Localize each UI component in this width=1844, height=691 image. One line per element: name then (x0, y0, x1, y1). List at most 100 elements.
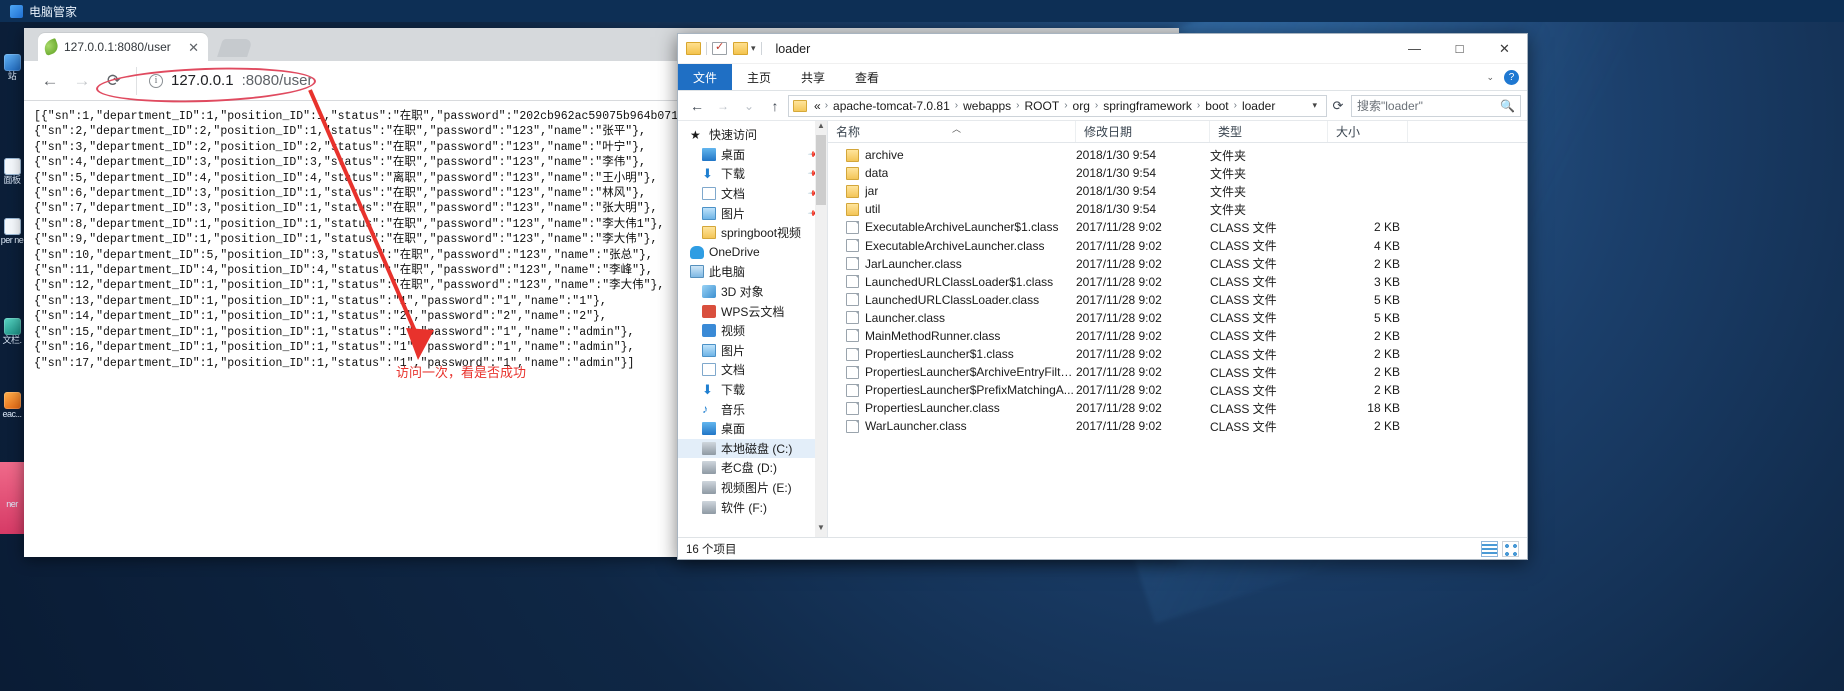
ribbon-right-controls: ⌄ ? (1486, 64, 1527, 90)
file-explorer-window: ▾ loader — □ ✕ 文件 主页 共享 查看 ⌄ ? ← → ⌄ ↑ «… (677, 33, 1528, 560)
desktop-icon-1[interactable]: 面板 (0, 158, 24, 185)
file-name: JarLauncher.class (865, 256, 962, 271)
nav-item-17[interactable]: 老C盘 (D:) (678, 458, 827, 478)
scroll-up-icon[interactable]: ▲ (815, 121, 827, 135)
nav-item-13[interactable]: ⬇ 下载 (678, 380, 827, 400)
search-input[interactable]: 搜索"loader" 🔍 (1351, 94, 1521, 117)
icons-view-button[interactable] (1502, 540, 1519, 557)
chevron-down-icon[interactable]: ⌄ (1486, 72, 1494, 83)
desktop-icon-4[interactable]: eac... (0, 392, 24, 419)
nav-item-8[interactable]: 3D 对象 (678, 282, 827, 302)
new-folder-icon[interactable] (733, 42, 748, 55)
navigation-scrollbar[interactable]: ▲ ▼ (815, 121, 827, 537)
nav-item-3[interactable]: 文档📌 (678, 184, 827, 204)
ribbon-tab-view[interactable]: 查看 (840, 64, 894, 90)
ribbon-tab-share[interactable]: 共享 (786, 64, 840, 90)
nav-item-6[interactable]: OneDrive (678, 243, 827, 263)
file-row[interactable]: PropertiesLauncher$1.class 2017/11/28 9:0… (828, 345, 1527, 363)
nav-item-18[interactable]: 视频图片 (E:) (678, 478, 827, 498)
drive-icon (702, 441, 716, 455)
nav-item-7[interactable]: 此电脑 (678, 262, 827, 282)
breadcrumb-segment-4[interactable]: springframework (1100, 99, 1195, 113)
scroll-down-icon[interactable]: ▼ (815, 523, 827, 537)
explorer-recent-locations-button[interactable]: ⌄ (736, 94, 762, 118)
nav-item-14[interactable]: ♪ 音乐 (678, 399, 827, 419)
desktop-icon-2[interactable]: per ne (0, 218, 24, 245)
breadcrumb-overflow[interactable]: « (812, 99, 823, 113)
breadcrumb-segment-5[interactable]: boot (1202, 99, 1231, 113)
nav-item-1[interactable]: 桌面📌 (678, 145, 827, 165)
nav-item-2[interactable]: ⬇下载📌 (678, 164, 827, 184)
breadcrumb-segment-0[interactable]: apache-tomcat-7.0.81 (830, 99, 953, 113)
nav-item-5[interactable]: springboot视频 (678, 223, 827, 243)
file-row[interactable]: jar 2018/1/30 9:54 文件夹 (828, 182, 1527, 200)
breadcrumb[interactable]: « › apache-tomcat-7.0.81 › webapps › ROO… (788, 94, 1327, 117)
breadcrumb-dropdown-icon[interactable]: ▾ (1307, 100, 1322, 111)
file-name: LaunchedURLClassLoader$1.class (865, 274, 1054, 289)
file-row[interactable]: MainMethodRunner.class 2017/11/28 9:02 CLA… (828, 327, 1527, 345)
file-row[interactable]: LaunchedURLClassLoader.class 2017/11/28 9… (828, 291, 1527, 309)
explorer-title-bar[interactable]: ▾ loader — □ ✕ (678, 34, 1527, 64)
desktop-icon-5-label: ner (6, 499, 18, 509)
divider (706, 42, 707, 55)
folder-icon[interactable] (686, 42, 701, 55)
file-row[interactable]: data 2018/1/30 9:54 文件夹 (828, 164, 1527, 182)
desktop-icon-0[interactable]: 站 (0, 54, 24, 81)
back-button[interactable]: ← (34, 65, 66, 97)
file-row[interactable]: ExecutableArchiveLauncher.class 2017/11/2… (828, 236, 1527, 254)
reload-button[interactable]: ⟳ (98, 65, 130, 97)
breadcrumb-segment-1[interactable]: webapps (960, 99, 1014, 113)
explorer-forward-button[interactable]: → (710, 94, 736, 118)
explorer-up-button[interactable]: ↑ (762, 94, 788, 118)
help-icon[interactable]: ? (1504, 69, 1519, 85)
column-header-date[interactable]: 修改日期 (1076, 121, 1210, 142)
checked-properties-icon[interactable] (712, 40, 727, 55)
this-pc-icon (690, 265, 704, 279)
nav-item-0[interactable]: ★ 快速访问 (678, 125, 827, 145)
search-icon[interactable]: 🔍 (1500, 99, 1515, 113)
nav-item-9[interactable]: WPS云文档 (678, 301, 827, 321)
chevron-down-icon[interactable]: ▾ (751, 43, 756, 54)
scrollbar-thumb[interactable] (816, 135, 826, 205)
maximize-button[interactable]: □ (1437, 34, 1482, 64)
ribbon-tab-file[interactable]: 文件 (678, 64, 733, 90)
desktop-icon-3[interactable]: 文栏. (0, 318, 24, 345)
breadcrumb-segment-6[interactable]: loader (1239, 99, 1278, 113)
file-row[interactable]: Launcher.class 2017/11/28 9:02 CLASS 文件 5 K… (828, 309, 1527, 327)
nav-item-4[interactable]: 图片📌 (678, 203, 827, 223)
refresh-button[interactable]: ⟳ (1327, 94, 1349, 118)
column-header-size[interactable]: 大小 (1328, 121, 1408, 142)
nav-item-label: 快速访问 (709, 128, 758, 143)
column-header-type[interactable]: 类型 (1210, 121, 1328, 142)
file-name-cell: PropertiesLauncher$ArchiveEntryFilte... (828, 365, 1076, 379)
file-row[interactable]: archive 2018/1/30 9:54 文件夹 (828, 146, 1527, 164)
nav-item-11[interactable]: 图片 (678, 341, 827, 361)
file-row[interactable]: JarLauncher.class 2017/11/28 9:02 CLASS 文件… (828, 255, 1527, 273)
nav-item-15[interactable]: 桌面 (678, 419, 827, 439)
nav-item-12[interactable]: 文档 (678, 360, 827, 380)
nav-item-19[interactable]: 软件 (F:) (678, 497, 827, 517)
file-row[interactable]: ExecutableArchiveLauncher$1.class 2017/11… (828, 218, 1527, 236)
desktop-icon-5[interactable]: ner (0, 499, 24, 509)
file-name: PropertiesLauncher.class (865, 401, 1000, 416)
ribbon-tab-home[interactable]: 主页 (732, 64, 786, 90)
minimize-button[interactable]: — (1392, 34, 1437, 64)
explorer-back-button[interactable]: ← (684, 94, 710, 118)
file-row[interactable]: util 2018/1/30 9:54 文件夹 (828, 200, 1527, 218)
nav-item-10[interactable]: 视频 (678, 321, 827, 341)
file-row[interactable]: LaunchedURLClassLoader$1.class 2017/11/28… (828, 273, 1527, 291)
forward-button[interactable]: → (66, 65, 98, 97)
file-row[interactable]: PropertiesLauncher$ArchiveEntryFilte... 2… (828, 363, 1527, 381)
site-info-icon[interactable]: i (149, 73, 163, 88)
breadcrumb-segment-2[interactable]: ROOT (1022, 99, 1063, 113)
file-row[interactable]: PropertiesLauncher.class 2017/11/28 9:02 C… (828, 399, 1527, 417)
details-view-button[interactable] (1481, 540, 1498, 557)
file-row[interactable]: WarLauncher.class 2017/11/28 9:02 CLASS 文件… (828, 417, 1527, 435)
browser-tab[interactable]: 127.0.0.1:8080/user ✕ (38, 33, 208, 61)
new-tab-button[interactable] (217, 39, 253, 57)
close-tab-icon[interactable]: ✕ (185, 41, 202, 54)
close-button[interactable]: ✕ (1482, 34, 1527, 64)
breadcrumb-segment-3[interactable]: org (1070, 99, 1093, 113)
nav-item-16[interactable]: 本地磁盘 (C:) (678, 438, 827, 459)
file-row[interactable]: PropertiesLauncher$PrefixMatchingA... 201… (828, 381, 1527, 399)
